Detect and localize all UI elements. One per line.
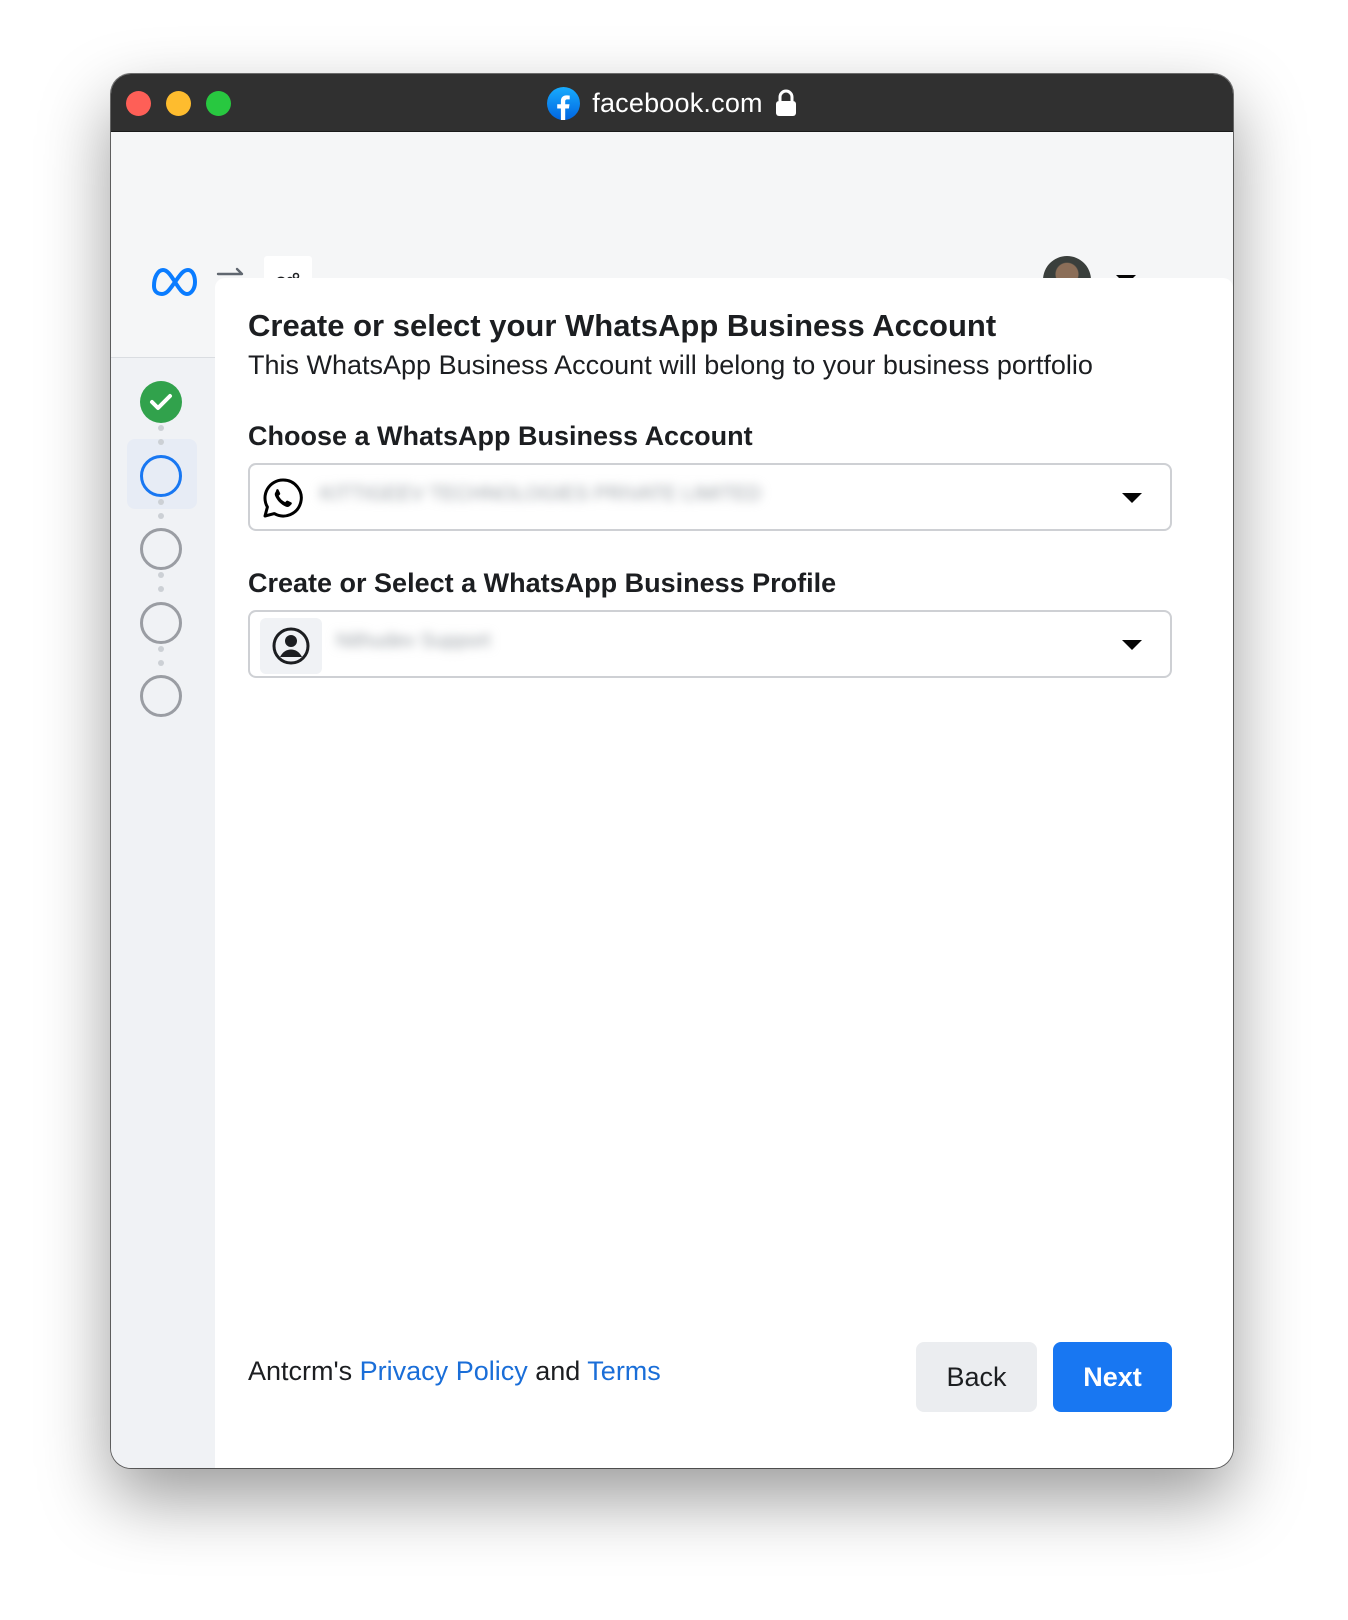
meta-logo (151, 267, 198, 296)
chevron-down-icon (1122, 640, 1142, 650)
step-3-icon (140, 528, 182, 570)
step-connector (158, 646, 164, 652)
lock-icon (775, 89, 796, 116)
privacy-policy-link[interactable]: Privacy Policy (360, 1356, 528, 1386)
step-5-icon (140, 675, 182, 717)
account-select[interactable]: KITTIGEEV TECHNOLOGIES PRIVATE LIMITED (248, 463, 1172, 531)
step-connector (158, 572, 164, 578)
step-connector (158, 586, 164, 592)
url-text: facebook.com (592, 87, 763, 118)
browser-window: facebook.com Create or select your Whats… (111, 74, 1233, 1468)
account-select-label: Choose a WhatsApp Business Account (248, 421, 753, 451)
step-connector (158, 425, 164, 431)
account-select-value: KITTIGEEV TECHNOLOGIES PRIVATE LIMITED (320, 483, 762, 505)
next-button[interactable]: Next (1053, 1342, 1172, 1412)
terms-link[interactable]: Terms (587, 1356, 661, 1386)
progress-stepper (111, 359, 215, 1468)
back-button[interactable]: Back (916, 1342, 1037, 1412)
whatsapp-icon (263, 478, 303, 518)
address-bar[interactable]: facebook.com (111, 86, 1233, 120)
page-title: Create or select your WhatsApp Business … (248, 308, 997, 343)
profile-avatar-icon (260, 618, 322, 674)
step-connector (158, 499, 164, 505)
main-panel: Create or select your WhatsApp Business … (215, 278, 1233, 1468)
title-bar: facebook.com (111, 74, 1233, 132)
chevron-down-icon (1122, 493, 1142, 503)
legal-prefix: Antcrm's (248, 1356, 360, 1386)
legal-text: Antcrm's Privacy Policy and Terms (248, 1356, 661, 1387)
profile-select-value: Nithudev Support (336, 630, 491, 652)
profile-select[interactable]: Nithudev Support (248, 610, 1172, 678)
step-1-complete-icon (140, 381, 182, 423)
facebook-icon (547, 86, 581, 120)
step-2-current-icon (140, 455, 182, 497)
legal-and: and (527, 1356, 588, 1386)
step-connector (158, 660, 164, 666)
step-connector (158, 513, 164, 519)
profile-select-label: Create or Select a WhatsApp Business Pro… (248, 568, 837, 598)
step-connector (158, 439, 164, 445)
page-subtitle: This WhatsApp Business Account will belo… (248, 350, 1093, 380)
step-4-icon (140, 602, 182, 644)
